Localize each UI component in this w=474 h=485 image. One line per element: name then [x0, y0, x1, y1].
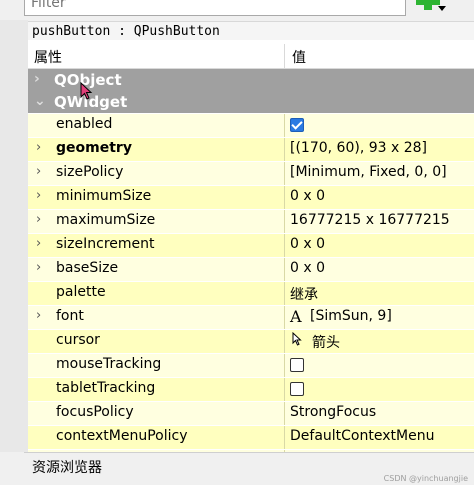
header-value[interactable]: 值: [292, 47, 306, 67]
expand-arrow-icon[interactable]: ›: [36, 140, 41, 155]
expand-arrow-icon[interactable]: ›: [36, 260, 41, 275]
expand-arrow-icon[interactable]: ›: [34, 71, 40, 87]
property-name: minimumSize: [56, 188, 152, 204]
property-row-enabled[interactable]: enabled: [28, 114, 474, 138]
property-header: 属性 值: [28, 44, 474, 69]
add-property-button[interactable]: [412, 0, 446, 20]
property-checkbox[interactable]: [290, 358, 304, 372]
property-name: font: [56, 308, 84, 324]
filter-field[interactable]: [24, 0, 406, 16]
property-row-baseSize[interactable]: › baseSize 0 x 0: [28, 258, 474, 282]
arrow-cursor-icon: [292, 331, 302, 350]
property-name: maximumSize: [56, 212, 156, 228]
property-row-mouseTracking[interactable]: mouseTracking: [28, 354, 474, 378]
top-toolbar: [0, 0, 474, 20]
left-dock-strip: [0, 20, 28, 452]
expand-arrow-icon[interactable]: ›: [36, 212, 41, 227]
expand-arrow-icon[interactable]: ›: [36, 308, 41, 323]
property-name: baseSize: [56, 260, 119, 276]
property-name: mouseTracking: [56, 356, 162, 372]
dropdown-caret-icon: [438, 6, 446, 11]
property-row-focusPolicy[interactable]: focusPolicy StrongFocus: [28, 402, 474, 426]
property-value[interactable]: DefaultContextMenu: [290, 428, 434, 444]
header-property[interactable]: 属性: [34, 47, 62, 67]
property-value[interactable]: [Minimum, Fixed, 0, 0]: [290, 164, 447, 180]
property-value[interactable]: [(170, 60), 93 x 28]: [290, 140, 427, 156]
group-qobject[interactable]: › QObject: [28, 69, 474, 91]
watermark: CSDN @yinchuangjie: [383, 474, 468, 483]
group-qwidget[interactable]: ⌄ QWidget: [28, 91, 474, 113]
property-row-cursor[interactable]: cursor 箭头: [28, 330, 474, 354]
property-editor: 属性 值 › QObject ⌄ QWidget enabled › geometr…: [28, 40, 474, 452]
property-value[interactable]: 16777215 x 16777215: [290, 212, 450, 228]
property-row-tabletTracking[interactable]: tabletTracking: [28, 378, 474, 402]
expand-arrow-icon[interactable]: ›: [36, 164, 41, 179]
property-name: cursor: [56, 332, 100, 348]
collapse-arrow-icon[interactable]: ⌄: [34, 93, 46, 109]
property-row-maximumSize[interactable]: › maximumSize 16777215 x 16777215: [28, 210, 474, 234]
mouse-pointer-icon: [80, 82, 93, 100]
property-name: palette: [56, 284, 106, 300]
property-value[interactable]: 箭头: [312, 332, 340, 352]
property-value[interactable]: 0 x 0: [290, 260, 325, 276]
property-value[interactable]: 0 x 0: [290, 236, 325, 252]
property-name: sizeIncrement: [56, 236, 155, 252]
property-value[interactable]: 继承: [290, 284, 318, 304]
property-row-font[interactable]: › font A [SimSun, 9]: [28, 306, 474, 330]
property-name: contextMenuPolicy: [56, 428, 188, 444]
property-value[interactable]: [SimSun, 9]: [310, 308, 392, 324]
property-name: focusPolicy: [56, 404, 134, 420]
filter-input[interactable]: [25, 0, 337, 13]
expand-arrow-icon[interactable]: ›: [36, 188, 41, 203]
property-row-contextMenuPolicy[interactable]: contextMenuPolicy DefaultContextMenu: [28, 426, 474, 450]
property-name: tabletTracking: [56, 380, 156, 396]
property-row-palette[interactable]: palette 继承: [28, 282, 474, 306]
property-list: enabled › geometry [(170, 60), 93 x 28] › siz…: [28, 114, 474, 452]
property-name: geometry: [56, 140, 132, 156]
resource-browser-tab[interactable]: 资源浏览器 CSDN @yinchuangjie: [24, 452, 474, 485]
property-name: enabled: [56, 116, 113, 132]
property-value[interactable]: StrongFocus: [290, 404, 376, 420]
property-name: sizePolicy: [56, 164, 124, 180]
property-row-sizeIncrement[interactable]: › sizeIncrement 0 x 0: [28, 234, 474, 258]
property-value[interactable]: 0 x 0: [290, 188, 325, 204]
expand-arrow-icon[interactable]: ›: [36, 236, 41, 251]
property-row-sizePolicy[interactable]: › sizePolicy [Minimum, Fixed, 0, 0]: [28, 162, 474, 186]
property-checkbox[interactable]: [290, 382, 304, 396]
resource-browser-label: 资源浏览器: [32, 460, 102, 476]
property-checkbox[interactable]: [290, 118, 304, 132]
property-row-minimumSize[interactable]: › minimumSize 0 x 0: [28, 186, 474, 210]
property-row-geometry[interactable]: › geometry [(170, 60), 93 x 28]: [28, 138, 474, 162]
font-icon: A: [290, 307, 302, 326]
object-name-label: pushButton : QPushButton: [28, 21, 474, 40]
